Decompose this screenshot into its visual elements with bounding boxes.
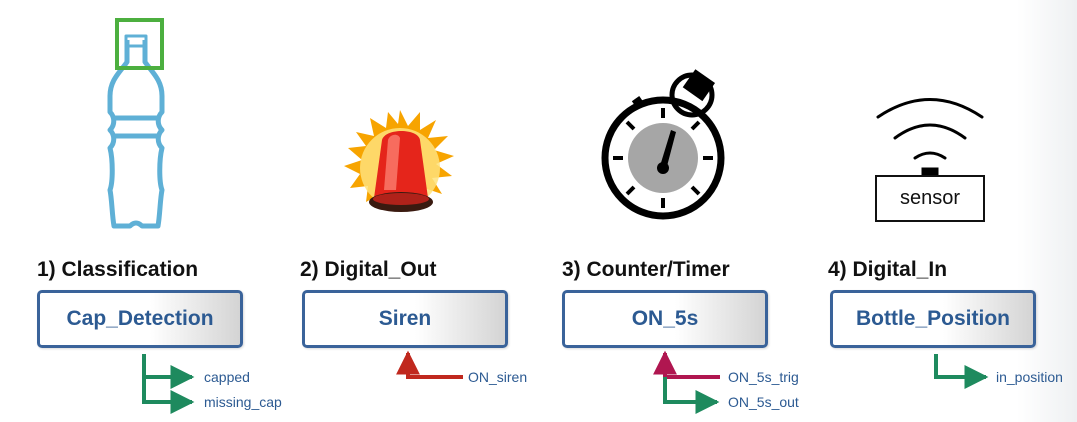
block-on-5s[interactable]: ON_5s bbox=[562, 290, 768, 348]
port-on-5s-trig: ON_5s_trig bbox=[728, 369, 799, 385]
connector-in-position bbox=[934, 354, 989, 389]
port-on-5s-out: ON_5s_out bbox=[728, 394, 799, 410]
port-capped: capped bbox=[204, 369, 250, 385]
port-in-position: in_position bbox=[996, 369, 1063, 385]
block-label: Cap_Detection bbox=[66, 307, 214, 330]
connector-capped bbox=[142, 354, 195, 389]
connector-missing-cap bbox=[142, 377, 195, 414]
section-heading-counter-timer: 3) Counter/Timer bbox=[562, 258, 730, 281]
sensor-box: sensor bbox=[875, 175, 985, 222]
connector-on-5s-trig bbox=[653, 350, 720, 379]
port-missing-cap: missing_cap bbox=[204, 394, 282, 410]
block-label: Bottle_Position bbox=[855, 307, 1010, 330]
block-label: ON_5s bbox=[631, 307, 699, 330]
sensor-icon bbox=[876, 98, 984, 177]
connector-on-5s-out bbox=[663, 377, 720, 414]
stopwatch-icon bbox=[601, 69, 725, 220]
detection-box bbox=[115, 18, 164, 70]
section-heading-classification: 1) Classification bbox=[37, 258, 199, 281]
siren-icon bbox=[344, 110, 454, 212]
connector-on-siren bbox=[396, 350, 463, 379]
block-siren[interactable]: Siren bbox=[302, 290, 508, 348]
block-label: Siren bbox=[378, 307, 432, 330]
block-cap-detection[interactable]: Cap_Detection bbox=[37, 290, 243, 348]
port-on-siren: ON_siren bbox=[468, 369, 528, 385]
section-heading-digital-out: 2) Digital_Out bbox=[300, 258, 437, 281]
block-bottle-position[interactable]: Bottle_Position bbox=[830, 290, 1036, 348]
section-heading-digital-in: 4) Digital_In bbox=[828, 258, 948, 281]
